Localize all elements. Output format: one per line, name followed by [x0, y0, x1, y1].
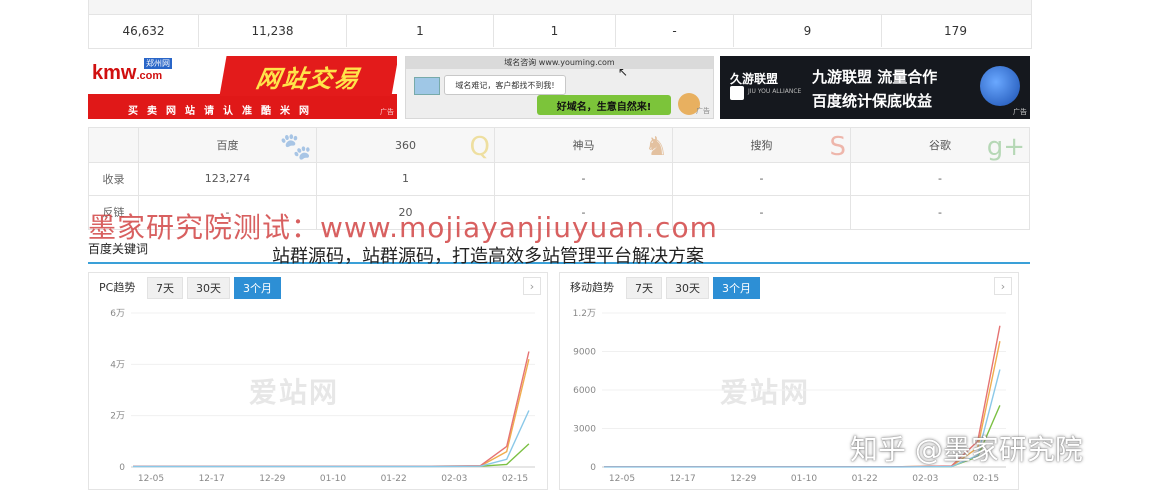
- table-cell: -: [495, 162, 673, 195]
- series-line: [133, 410, 530, 468]
- stat-cell: 11,238: [199, 15, 347, 47]
- engine-google: 谷歌 g+: [929, 132, 1025, 162]
- article-title: 站群源码，站群源码，打造高效多站管理平台解决方案: [272, 246, 704, 267]
- y-tick-label: 6000: [573, 386, 596, 396]
- engine-360: 360 Q: [317, 128, 495, 162]
- chevron-right-icon[interactable]: ›: [523, 277, 541, 295]
- stat-cell: 179: [944, 24, 967, 38]
- youming-speech-bubble: 域名难记，客户都找不到我!: [444, 75, 566, 95]
- kmw-city-badge: 郑州网: [144, 58, 172, 69]
- stat-cell: -: [616, 15, 734, 47]
- x-tick-label: 01-10: [320, 474, 346, 484]
- x-tick-label: 12-17: [670, 474, 696, 484]
- pc-trend-chart: 0 2万 4万 6万 12-05 12-17 12-29 01-10 01-22 02-03 02-…: [110, 309, 535, 484]
- table-cell: 123,274: [139, 162, 317, 195]
- tab-3m[interactable]: 3个月: [234, 277, 281, 299]
- series-line: [133, 443, 530, 467]
- youming-address-bar: 域名咨询 www.youming.com: [406, 57, 713, 69]
- table-cell: -: [938, 172, 942, 185]
- tab-7d[interactable]: 7天: [147, 277, 183, 299]
- y-tick-label: 9000: [573, 348, 596, 358]
- jiuyou-line2: 百度统计保底收益: [812, 92, 933, 110]
- kmw-headline: 网站交易: [219, 56, 397, 96]
- y-tick-label: 6万: [110, 309, 125, 319]
- tab-7d[interactable]: 7天: [626, 277, 662, 299]
- table-row: 收录 123,274 1 - - -: [89, 162, 1029, 196]
- kmw-banner-ad[interactable]: kmw.com 郑州网 网站交易 买卖网站请认准酷米网 广告: [88, 56, 397, 119]
- jiuyou-line1: 九游联盟 流量合作: [812, 68, 938, 86]
- x-tick-label: 12-05: [138, 474, 164, 484]
- globe-icon: [980, 66, 1020, 106]
- series-line: [133, 359, 530, 467]
- jiuyou-logo-icon: [730, 86, 744, 100]
- engine-baidu: 百度 🐾: [139, 128, 317, 162]
- x-tick-label: 12-17: [199, 474, 225, 484]
- cursor-icon: ↖: [618, 65, 629, 79]
- x-tick-label: 01-22: [381, 474, 407, 484]
- table-cell: -: [938, 205, 942, 219]
- ad-mark: 广告: [380, 108, 394, 116]
- x-tick-label: 02-15: [502, 474, 528, 484]
- tab-3m[interactable]: 3个月: [713, 277, 760, 299]
- top-stats-table: 46,632 11,238 1 1 - 9 179: [88, 0, 1032, 49]
- top-stats-row: 46,632 11,238 1 1 - 9 179: [89, 15, 1031, 47]
- y-tick-label: 1.2万: [573, 309, 596, 319]
- tab-30d[interactable]: 30天: [666, 277, 709, 299]
- jiuyou-brand: 久游联盟: [730, 72, 779, 86]
- stat-cell: 9: [734, 15, 882, 47]
- se-header-row: 百度 🐾 360 Q 神马 ♞ 搜狗 S 谷歌 g+: [89, 128, 1029, 163]
- tab-30d[interactable]: 30天: [187, 277, 230, 299]
- panel-title: 移动趋势: [570, 281, 614, 294]
- paw-icon: 🐾: [279, 132, 312, 162]
- youming-banner-ad[interactable]: 域名咨询 www.youming.com 域名难记，客户都找不到我! 好域名，生…: [405, 56, 714, 119]
- y-tick-label: 2万: [110, 412, 125, 422]
- y-tick-label: 4万: [110, 360, 125, 370]
- kmw-slogan: 买卖网站请认准酷米网: [128, 106, 318, 117]
- y-tick-label: 0: [119, 463, 125, 473]
- top-stats-header: [89, 0, 1031, 15]
- stat-cell: 46,632: [89, 15, 199, 47]
- table-cell: -: [673, 162, 851, 195]
- x-tick-label: 12-05: [609, 474, 635, 484]
- range-tabs: 7天 30天 3个月: [147, 277, 281, 299]
- sogou-icon: S: [829, 132, 846, 162]
- engine-sogou: 搜狗 S: [673, 128, 851, 162]
- chevron-right-icon[interactable]: ›: [994, 277, 1012, 295]
- test-watermark: 墨家研究院测试：www.mojiayanjiuyuan.com: [88, 211, 718, 244]
- stat-cell: 1: [347, 15, 494, 47]
- y-tick-label: 0: [590, 463, 596, 473]
- jiuyou-banner-ad[interactable]: 久游联盟 JIU YOU ALLIANCE 九游联盟 流量合作 百度统计保底收益…: [720, 56, 1030, 119]
- table-cell: 1: [317, 162, 495, 195]
- x-tick-label: 12-29: [730, 474, 756, 484]
- engine-shenma: 神马 ♞: [495, 128, 673, 162]
- y-tick-label: 3000: [573, 425, 596, 435]
- stat-cell: 1: [494, 15, 616, 47]
- x-tick-label: 01-10: [791, 474, 817, 484]
- panel-title: PC趋势: [99, 281, 136, 294]
- x-tick-label: 02-03: [441, 474, 467, 484]
- se-corner-cell: [89, 128, 139, 162]
- x-tick-label: 01-22: [852, 474, 878, 484]
- x-tick-label: 12-29: [259, 474, 285, 484]
- row-label: 收录: [89, 162, 139, 195]
- range-tabs: 7天 30天 3个月: [626, 277, 760, 299]
- x-tick-label: 02-15: [973, 474, 999, 484]
- search-q-icon: Q: [469, 132, 490, 162]
- youming-thumbnail: [414, 77, 440, 95]
- youming-slogan: 好域名，生意自然来!: [537, 95, 671, 115]
- zhihu-watermark: 知乎 @墨家研究院: [850, 433, 1083, 466]
- shenma-icon: ♞: [644, 132, 668, 162]
- jiuyou-sub: JIU YOU ALLIANCE: [748, 88, 802, 95]
- google-plus-icon: g+: [986, 132, 1025, 162]
- ad-mark: 广告: [1013, 108, 1027, 116]
- x-tick-label: 02-03: [912, 474, 938, 484]
- ad-mark: 广告: [696, 107, 710, 115]
- pc-trend-panel: PC趋势 7天 30天 3个月 › 爱站网 0 2万 4万 6万 12-05 12-17 1…: [88, 272, 548, 490]
- series-line: [133, 351, 530, 467]
